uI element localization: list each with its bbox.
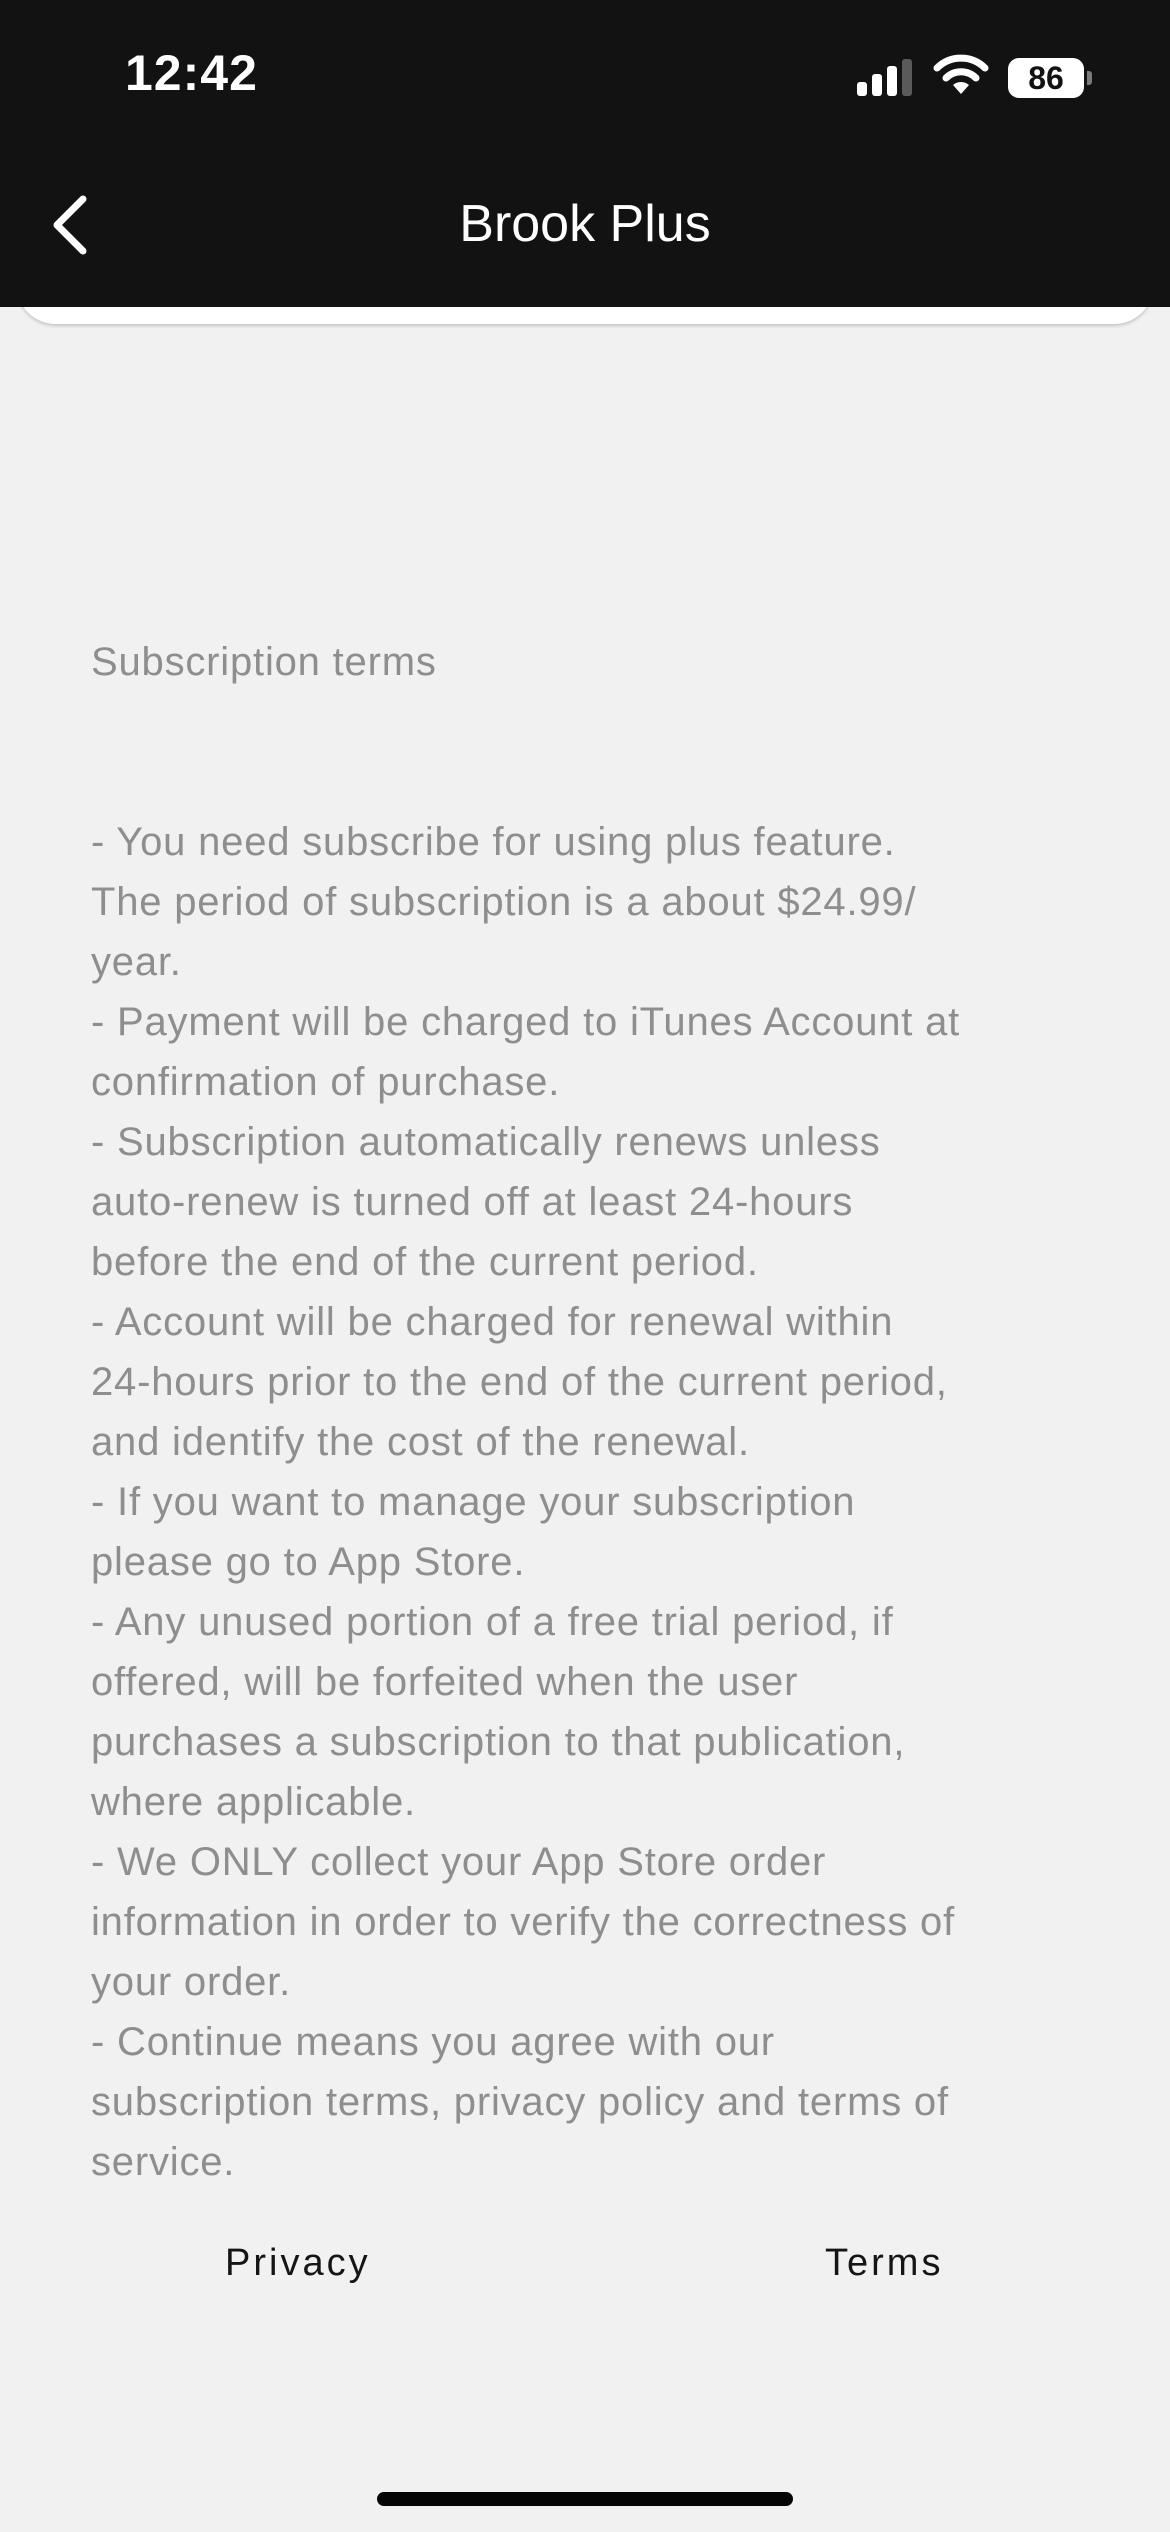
battery-icon: 86 — [1008, 58, 1092, 98]
wifi-icon — [933, 54, 989, 94]
battery-nub — [1087, 71, 1092, 85]
navigation-bar: Brook Plus — [0, 150, 1170, 307]
page-title: Brook Plus — [459, 195, 711, 253]
cellular-signal-icon — [857, 59, 912, 96]
status-bar: 12:42 86 — [0, 0, 1170, 150]
terms-body: - You need subscribe for using plus feat… — [91, 820, 961, 2184]
privacy-link[interactable]: Privacy — [225, 2242, 371, 2285]
subscription-terms: Subscription terms - You need subscribe … — [91, 572, 1091, 2252]
terms-heading: Subscription terms — [91, 640, 437, 684]
status-time: 12:42 — [125, 45, 258, 101]
home-indicator[interactable] — [377, 2492, 793, 2506]
terms-link[interactable]: Terms — [825, 2242, 943, 2285]
battery-level: 86 — [1008, 58, 1084, 98]
